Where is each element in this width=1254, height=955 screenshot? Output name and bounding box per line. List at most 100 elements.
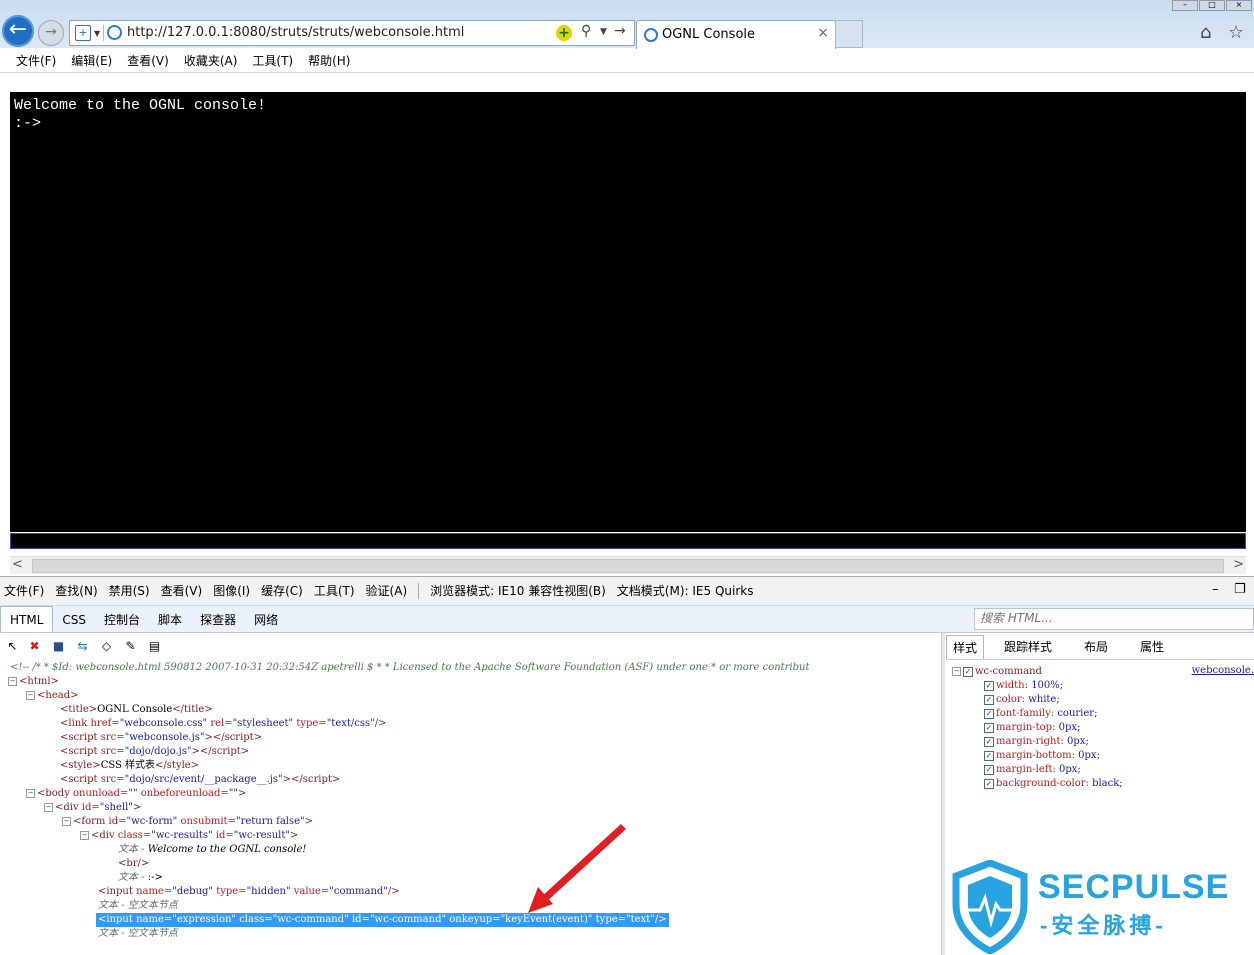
tree-node-div-results[interactable]: − <div class="wc-results" id="wc-result"> xyxy=(80,829,298,843)
collapse-icon[interactable]: − xyxy=(62,817,71,826)
maximize-icon[interactable]: □ xyxy=(1199,0,1225,11)
style-prop-row[interactable]: ✓ color: white; xyxy=(984,693,1060,707)
menu-view[interactable]: 查看(V) xyxy=(127,50,169,72)
scroll-right-icon[interactable]: > xyxy=(1233,557,1244,572)
panel-splitter[interactable] xyxy=(941,633,945,955)
tree-node-form[interactable]: − <form id="wc-form" onsubmit="return fal… xyxy=(62,815,313,829)
dt-menu-images[interactable]: 图像(I) xyxy=(213,577,250,605)
tab-ognl-console[interactable]: OGNL Console × xyxy=(636,20,836,49)
save-icon[interactable]: ■ xyxy=(52,640,65,653)
checkbox-icon[interactable]: ✓ xyxy=(984,764,994,775)
checkbox-icon[interactable]: ✓ xyxy=(984,722,994,733)
style-prop-row[interactable]: ✓ margin-left: 0px; xyxy=(984,763,1081,777)
menu-tools[interactable]: 工具(T) xyxy=(252,50,293,72)
search-html-input[interactable] xyxy=(975,609,1245,627)
checkbox-icon[interactable]: ✓ xyxy=(984,694,994,705)
dt-menu-file[interactable]: 文件(F) xyxy=(4,577,44,605)
favorites-star-icon[interactable]: ☆ xyxy=(1228,22,1244,43)
tab-html[interactable]: HTML xyxy=(0,606,54,632)
url-text[interactable]: http://127.0.0.1:8080/struts/struts/webc… xyxy=(127,25,464,40)
horizontal-scrollbar[interactable]: < > xyxy=(10,556,1246,574)
dom-icon[interactable]: ◇ xyxy=(100,640,113,653)
tree-node-comment[interactable]: <!-- /* * $Id: webconsole.html 590812 20… xyxy=(10,661,810,675)
home-icon[interactable]: ⌂ xyxy=(1200,22,1211,43)
search-html-box[interactable] xyxy=(974,608,1254,630)
style-prop-row[interactable]: ✓ margin-bottom: 0px; xyxy=(984,749,1100,763)
refresh-icon[interactable]: ⇆ xyxy=(76,640,89,653)
style-prop-row[interactable]: ✓ width: 100%; xyxy=(984,679,1063,693)
tree-node-script-dojo[interactable]: <script src="dojo/dojo.js"></script> xyxy=(60,745,249,759)
style-prop-row[interactable]: ✓ margin-right: 0px; xyxy=(984,735,1089,749)
minimize-icon[interactable]: – xyxy=(1212,582,1219,597)
tab-attributes[interactable]: 属性 xyxy=(1128,635,1176,659)
add-favorite-icon[interactable]: + xyxy=(75,25,91,41)
tree-node-script-event[interactable]: <script src="dojo/src/event/__package__.… xyxy=(60,773,340,787)
tree-node-html[interactable]: − <html> xyxy=(8,675,59,689)
tree-node-input-expression[interactable]: <input name="expression" class="wc-comma… xyxy=(96,913,669,927)
tree-node-div-shell[interactable]: − <div id="shell"> xyxy=(44,801,141,815)
search-icon[interactable]: ⚲ xyxy=(581,23,591,39)
forward-button[interactable]: → xyxy=(38,20,64,46)
chevron-down-icon[interactable]: ▼ xyxy=(94,29,100,38)
dt-menu-view[interactable]: 查看(V) xyxy=(161,577,203,605)
select-element-icon[interactable]: ↖ xyxy=(6,640,19,653)
dt-menu-disable[interactable]: 禁用(S) xyxy=(109,577,150,605)
checkbox-icon[interactable]: ✓ xyxy=(984,680,994,691)
tree-node-link[interactable]: <link href="webconsole.css" rel="stylesh… xyxy=(60,717,386,731)
collapse-icon[interactable]: − xyxy=(44,803,53,812)
dt-menu-tools[interactable]: 工具(T) xyxy=(314,577,355,605)
tree-node-empty-text[interactable]: 文本 - 空文本节点 xyxy=(98,899,178,913)
address-bar[interactable]: + ▼ http://127.0.0.1:8080/struts/struts/… xyxy=(69,20,635,46)
tab-script[interactable]: 脚本 xyxy=(149,606,191,632)
popout-icon[interactable]: ❐ xyxy=(1234,582,1246,597)
menu-edit[interactable]: 编辑(E) xyxy=(71,50,112,72)
edit-icon[interactable]: ✎ xyxy=(124,640,137,653)
tree-node-title[interactable]: <title>OGNL Console</title> xyxy=(60,703,213,717)
tab-css[interactable]: CSS xyxy=(53,606,95,632)
go-arrow-icon[interactable]: → xyxy=(614,23,626,39)
tab-trace-styles[interactable]: 跟踪样式 xyxy=(992,635,1064,659)
tab-layout[interactable]: 布局 xyxy=(1072,635,1120,659)
style-prop-row[interactable]: ✓ background-color: black; xyxy=(984,777,1123,791)
compatibility-view-icon[interactable]: + xyxy=(556,25,572,41)
style-rule-header[interactable]: − ✓ wc-command xyxy=(952,665,1042,679)
scroll-left-icon[interactable]: < xyxy=(12,557,23,572)
tree-node-empty-text[interactable]: 文本 - 空文本节点 xyxy=(98,927,178,941)
back-button[interactable]: ← xyxy=(2,15,34,47)
style-prop-row[interactable]: ✓ margin-top: 0px; xyxy=(984,721,1080,735)
style-source-link[interactable]: webconsole. xyxy=(1192,665,1254,676)
tab-style[interactable]: 样式 xyxy=(946,635,985,659)
style-prop-row[interactable]: ✓ font-family: courier; xyxy=(984,707,1097,721)
menu-help[interactable]: 帮助(H) xyxy=(308,50,350,72)
collapse-icon[interactable]: − xyxy=(952,667,961,676)
tree-node-text-prompt[interactable]: 文本 - :-> xyxy=(118,871,163,885)
minimize-icon[interactable]: – xyxy=(1172,0,1198,11)
dt-menu-validate[interactable]: 验证(A) xyxy=(366,577,408,605)
clear-icon[interactable]: ✖ xyxy=(28,640,41,653)
checkbox-icon[interactable]: ✓ xyxy=(984,778,994,789)
tree-node-br[interactable]: <br/> xyxy=(118,857,149,871)
tree-node-style[interactable]: <style>CSS 样式表</style> xyxy=(60,759,199,773)
browser-mode-menu[interactable]: 浏览器模式: IE10 兼容性视图(B) xyxy=(430,577,606,605)
dt-menu-cache[interactable]: 缓存(C) xyxy=(261,577,303,605)
chevron-down-icon[interactable]: ▼ xyxy=(600,27,607,37)
tree-node-script-webconsole[interactable]: <script src="webconsole.js"></script> xyxy=(60,731,262,745)
collapse-icon[interactable]: − xyxy=(80,831,89,840)
document-mode-menu[interactable]: 文档模式(M): IE5 Quirks xyxy=(617,577,754,605)
collapse-icon[interactable]: − xyxy=(8,677,17,686)
checkbox-icon[interactable]: ✓ xyxy=(963,666,973,677)
menu-favorites[interactable]: 收藏夹(A) xyxy=(184,50,238,72)
checkbox-icon[interactable]: ✓ xyxy=(984,708,994,719)
dt-menu-find[interactable]: 查找(N) xyxy=(55,577,97,605)
scrollbar-thumb[interactable] xyxy=(32,559,1224,573)
checkbox-icon[interactable]: ✓ xyxy=(984,736,994,747)
menu-file[interactable]: 文件(F) xyxy=(16,50,56,72)
tree-node-body[interactable]: − <body onunload="" onbeforeunload=""> xyxy=(26,787,246,801)
outline-icon[interactable]: ▤ xyxy=(148,640,161,653)
collapse-icon[interactable]: − xyxy=(26,691,35,700)
tree-node-text-welcome[interactable]: 文本 - Welcome to the OGNL console! xyxy=(118,843,306,857)
tab-close-icon[interactable]: × xyxy=(817,25,829,41)
tree-node-head[interactable]: − <head> xyxy=(26,689,78,703)
console-command-input[interactable] xyxy=(10,533,1246,549)
tree-node-input-debug[interactable]: <input name="debug" type="hidden" value=… xyxy=(98,885,400,899)
